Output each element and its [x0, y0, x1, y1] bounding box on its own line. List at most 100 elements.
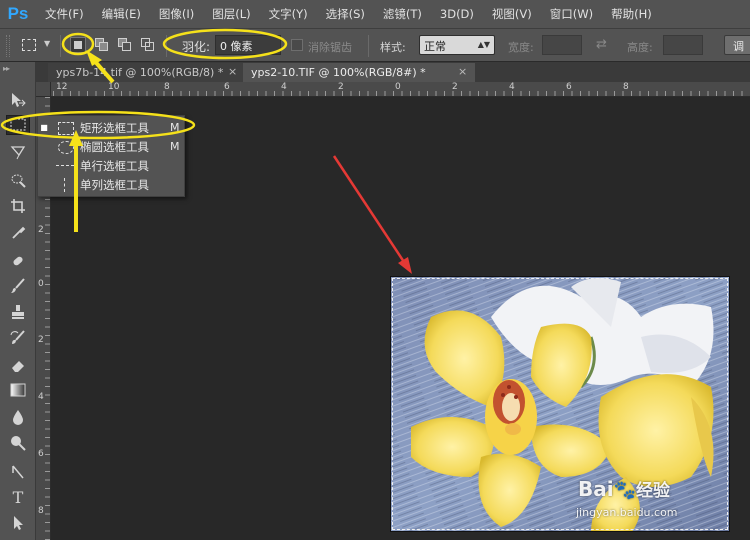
flyout-item-ellipse-marquee[interactable]: 椭圆选框工具 M — [38, 137, 186, 156]
close-icon[interactable]: × — [458, 65, 467, 78]
menu-bar: Ps 文件(F) 编辑(E) 图像(I) 图层(L) 文字(Y) 选择(S) 滤… — [0, 0, 750, 28]
single-column-marquee-icon — [56, 177, 76, 192]
height-input[interactable] — [663, 35, 703, 55]
shortcut-key: M — [170, 121, 180, 134]
type-icon[interactable]: T — [6, 487, 30, 507]
document-image[interactable] — [390, 276, 730, 532]
new-selection-button[interactable] — [70, 37, 86, 53]
ruler-label: 6 — [566, 82, 572, 92]
flyout-label: 矩形选框工具 — [80, 120, 149, 135]
divider — [166, 35, 167, 57]
healing-icon[interactable] — [6, 251, 30, 271]
photoshop-logo: Ps — [7, 4, 29, 23]
flyout-label: 单行选框工具 — [80, 158, 149, 173]
ruler-label: 0 — [38, 279, 44, 289]
stamp-icon[interactable] — [6, 302, 30, 322]
menu-filter[interactable]: 滤镜(T) — [374, 0, 431, 28]
current-tool-indicator: ■ — [40, 123, 48, 132]
lasso-icon[interactable] — [6, 142, 30, 162]
width-input[interactable] — [542, 35, 582, 55]
move-icon[interactable] — [6, 90, 30, 110]
style-select[interactable]: 正常 ▲▼ — [419, 35, 495, 55]
ruler-label: 4 — [509, 82, 515, 92]
rect-marquee-icon — [56, 121, 76, 135]
menu-window[interactable]: 窗口(W) — [541, 0, 602, 28]
menu-select[interactable]: 选择(S) — [317, 0, 374, 28]
options-grip[interactable] — [6, 35, 10, 57]
divider — [60, 35, 61, 57]
collapse-icon[interactable]: ▸▸ — [3, 64, 10, 73]
ruler-label: 12 — [56, 82, 68, 92]
ruler-label: 8 — [164, 82, 170, 92]
eraser-icon[interactable] — [6, 355, 30, 375]
ruler-label: 8 — [38, 506, 44, 516]
ruler-label: 4 — [281, 82, 287, 92]
flyout-item-single-column[interactable]: 单列选框工具 — [38, 175, 186, 194]
watermark-brand-cn: 经验 — [636, 481, 671, 501]
ruler-label: 6 — [38, 449, 44, 459]
tab-document-1[interactable]: yps7b-14.tif @ 100%(RGB/8) * × — [48, 63, 243, 82]
shortcut-key: M — [170, 140, 180, 153]
ruler-label: 2 — [38, 335, 44, 345]
menu-image[interactable]: 图像(I) — [150, 0, 203, 28]
eyedropper-icon[interactable] — [6, 223, 30, 243]
tab-document-2[interactable]: yps2-10.TIF @ 100%(RGB/8#) * × — [243, 63, 475, 82]
style-label: 样式: — [380, 41, 406, 54]
document-tab-bar: yps7b-14.tif @ 100%(RGB/8) * × yps2-10.T… — [36, 62, 750, 82]
close-icon[interactable]: × — [228, 65, 237, 78]
antialias-checkbox[interactable] — [291, 39, 303, 51]
quick-select-icon[interactable] — [6, 170, 30, 190]
antialias-label: 消除锯齿 — [308, 41, 352, 54]
divider — [368, 35, 369, 57]
subtract-from-selection-button[interactable] — [117, 37, 133, 53]
flower-photo — [391, 277, 729, 531]
dodge-icon[interactable] — [6, 433, 30, 453]
ruler-label: 10 — [108, 82, 120, 92]
options-bar: ▼ 羽化: 0 像素 消除锯齿 样式: 正常 ▲▼ 宽度: ⇄ 高度: 调 — [0, 28, 750, 62]
watermark-brand-text: Bai — [578, 477, 614, 501]
refine-edge-button[interactable]: 调 — [724, 35, 750, 55]
menu-view[interactable]: 视图(V) — [483, 0, 541, 28]
rect-marquee-icon[interactable] — [22, 39, 36, 51]
ruler-label: 2 — [452, 82, 458, 92]
menu-layer[interactable]: 图层(L) — [203, 0, 259, 28]
tool-preset-dropdown-icon[interactable]: ▼ — [44, 39, 50, 48]
ruler-corner[interactable] — [36, 82, 51, 97]
gradient-icon[interactable] — [6, 380, 30, 400]
paw-icon: 🐾 — [613, 480, 637, 501]
intersect-selection-button[interactable] — [140, 37, 156, 53]
tab-title: yps2-10.TIF @ 100%(RGB/8#) * — [251, 66, 426, 79]
menu-edit[interactable]: 编辑(E) — [93, 0, 150, 28]
horizontal-ruler[interactable]: 12 10 8 6 4 2 0 2 4 6 8 — [36, 82, 750, 97]
ruler-label: 2 — [38, 225, 44, 235]
menu-file[interactable]: 文件(F) — [36, 0, 93, 28]
marquee-tool-flyout: ■ 矩形选框工具 M 椭圆选框工具 M 单行选框工具 单列选框工具 — [37, 115, 185, 197]
ruler-label: 0 — [395, 82, 401, 92]
width-label: 宽度: — [508, 41, 534, 54]
menu-help[interactable]: 帮助(H) — [602, 0, 661, 28]
path-select-arrow-icon[interactable] — [6, 462, 30, 482]
ellipse-marquee-icon — [56, 140, 76, 154]
watermark-url: jingyan.baidu.com — [576, 506, 678, 519]
add-to-selection-button[interactable] — [94, 37, 110, 53]
crop-icon[interactable] — [6, 196, 30, 216]
flyout-label: 单列选框工具 — [80, 177, 149, 192]
marquee-icon[interactable] — [6, 115, 30, 135]
style-select-value: 正常 — [424, 40, 446, 53]
history-brush-icon[interactable] — [6, 328, 30, 348]
flyout-item-rect-marquee[interactable]: ■ 矩形选框工具 M — [38, 118, 186, 137]
ruler-label: 8 — [623, 82, 629, 92]
feather-input[interactable]: 0 像素 — [215, 35, 281, 55]
single-row-marquee-icon — [56, 159, 76, 173]
menu-3d[interactable]: 3D(D) — [431, 0, 483, 28]
blur-icon[interactable] — [6, 407, 30, 427]
ruler-label: 4 — [38, 392, 44, 402]
ruler-ticks — [36, 91, 750, 96]
direct-select-icon[interactable] — [6, 513, 30, 533]
flyout-item-single-row[interactable]: 单行选框工具 — [38, 156, 186, 175]
menu-type[interactable]: 文字(Y) — [260, 0, 317, 28]
tool-panel: ▸▸ T — [0, 62, 36, 540]
swap-icon[interactable]: ⇄ — [596, 37, 607, 52]
tab-title: yps7b-14.tif @ 100%(RGB/8) * — [56, 66, 224, 79]
brush-icon[interactable] — [6, 276, 30, 296]
